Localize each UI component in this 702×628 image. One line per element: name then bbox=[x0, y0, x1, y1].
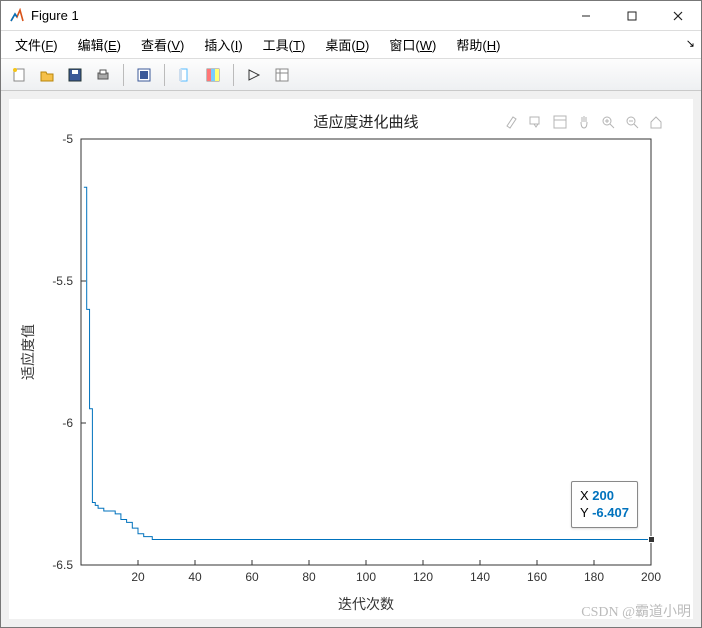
window-title: Figure 1 bbox=[31, 8, 79, 23]
export-icon[interactable] bbox=[551, 113, 569, 131]
svg-text:-6: -6 bbox=[62, 416, 73, 430]
dock-arrow-icon[interactable]: ↘ bbox=[686, 37, 695, 50]
datatip-y-label: Y bbox=[580, 505, 588, 520]
svg-text:适应度进化曲线: 适应度进化曲线 bbox=[313, 113, 418, 131]
datatip-x-value: 200 bbox=[592, 488, 614, 503]
datatip-y-value: -6.407 bbox=[592, 505, 629, 520]
save-button[interactable] bbox=[63, 63, 87, 87]
svg-text:-5: -5 bbox=[62, 132, 73, 146]
svg-text:20: 20 bbox=[131, 570, 145, 584]
zoom-out-icon[interactable] bbox=[623, 113, 641, 131]
menu-insert[interactable]: 插入(I) bbox=[196, 32, 250, 57]
toolbar-separator bbox=[123, 64, 124, 86]
toolbar bbox=[1, 59, 701, 91]
svg-text:140: 140 bbox=[470, 570, 490, 584]
svg-text:-6.5: -6.5 bbox=[52, 558, 73, 572]
home-icon[interactable] bbox=[647, 113, 665, 131]
svg-text:200: 200 bbox=[641, 570, 661, 584]
svg-text:40: 40 bbox=[188, 570, 202, 584]
zoom-in-icon[interactable] bbox=[599, 113, 617, 131]
svg-text:80: 80 bbox=[302, 570, 316, 584]
axes-toolbar bbox=[503, 113, 665, 131]
maximize-button[interactable] bbox=[609, 1, 655, 31]
figure-window: Figure 1 文件(F) 编辑(E) 查看(V) 插入(I) 工具(T) 桌… bbox=[0, 0, 702, 628]
data-tip-marker bbox=[648, 536, 655, 543]
menu-tools[interactable]: 工具(T) bbox=[255, 32, 314, 57]
datatip-icon[interactable] bbox=[527, 113, 545, 131]
data-tip[interactable]: X 200 Y -6.407 bbox=[571, 481, 638, 528]
figure-area: 20 40 60 80 100 120 140 160 180 200 -6.5 -6 -5.5 -5 适应… bbox=[1, 91, 701, 627]
close-button[interactable] bbox=[655, 1, 701, 31]
svg-text:120: 120 bbox=[413, 570, 433, 584]
toolbar-separator bbox=[233, 64, 234, 86]
print-button[interactable] bbox=[91, 63, 115, 87]
menu-file[interactable]: 文件(F) bbox=[7, 32, 66, 57]
menu-view[interactable]: 查看(V) bbox=[133, 32, 192, 57]
svg-text:适应度值: 适应度值 bbox=[20, 324, 36, 380]
svg-text:-5.5: -5.5 bbox=[52, 274, 73, 288]
menubar: 文件(F) 编辑(E) 查看(V) 插入(I) 工具(T) 桌面(D) 窗口(W… bbox=[1, 31, 701, 59]
axes[interactable]: 20 40 60 80 100 120 140 160 180 200 -6.5 -6 -5.5 -5 适应… bbox=[9, 99, 693, 619]
svg-text:180: 180 bbox=[584, 570, 604, 584]
svg-text:迭代次数: 迭代次数 bbox=[338, 596, 394, 612]
datatip-x-label: X bbox=[580, 488, 589, 503]
edit-plot-button[interactable] bbox=[242, 63, 266, 87]
minimize-button[interactable] bbox=[563, 1, 609, 31]
menu-desktop[interactable]: 桌面(D) bbox=[317, 32, 377, 57]
menu-help[interactable]: 帮助(H) bbox=[448, 32, 508, 57]
brush-icon[interactable] bbox=[503, 113, 521, 131]
toolbar-separator bbox=[164, 64, 165, 86]
svg-text:160: 160 bbox=[527, 570, 547, 584]
menu-edit[interactable]: 编辑(E) bbox=[70, 32, 129, 57]
pan-icon[interactable] bbox=[575, 113, 593, 131]
colorbar-button[interactable] bbox=[201, 63, 225, 87]
print-preview-button[interactable] bbox=[132, 63, 156, 87]
matlab-icon bbox=[9, 8, 25, 24]
svg-text:60: 60 bbox=[245, 570, 259, 584]
open-button[interactable] bbox=[35, 63, 59, 87]
titlebar: Figure 1 bbox=[1, 1, 701, 31]
open-property-inspector-button[interactable] bbox=[270, 63, 294, 87]
link-plot-button[interactable] bbox=[173, 63, 197, 87]
axes-container: 20 40 60 80 100 120 140 160 180 200 -6.5 -6 -5.5 -5 适应… bbox=[9, 99, 693, 619]
new-figure-button[interactable] bbox=[7, 63, 31, 87]
svg-text:100: 100 bbox=[356, 570, 376, 584]
menu-window[interactable]: 窗口(W) bbox=[381, 32, 444, 57]
